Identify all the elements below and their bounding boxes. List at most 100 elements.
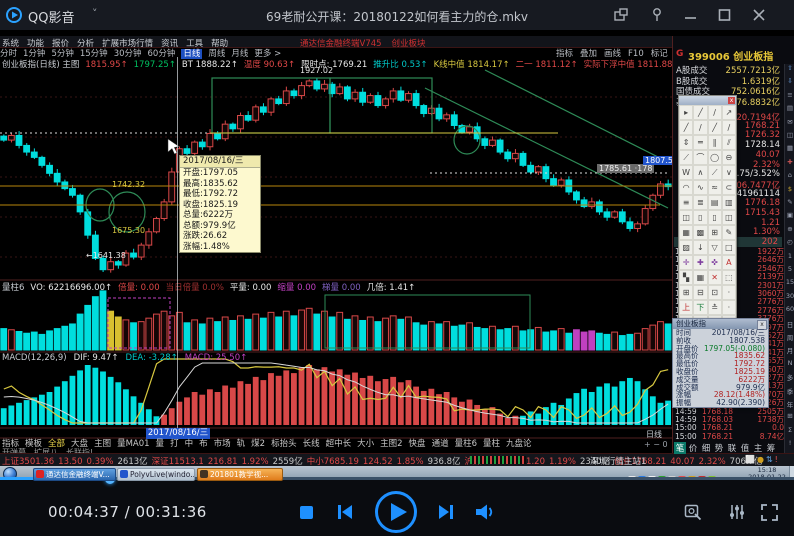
indicator-tab[interactable]: 标抬头 — [271, 439, 297, 449]
drawing-tool-icon[interactable]: ▩ — [693, 225, 707, 240]
close-icon[interactable]: x — [728, 97, 735, 104]
strip-shortcut[interactable]: ⊞ — [785, 412, 794, 420]
drawing-tool-icon[interactable]: · — [722, 285, 736, 300]
drawing-tool-icon[interactable]: ⊞ — [708, 225, 722, 240]
strip-shortcut[interactable]: ▤ — [785, 104, 794, 112]
fullscreen-icon[interactable] — [760, 503, 779, 522]
strip-shortcut[interactable]: 日 — [785, 319, 794, 329]
previous-button[interactable] — [336, 503, 354, 521]
zoom-controls[interactable]: + − 0 — [644, 440, 668, 449]
drawing-tool-icon[interactable]: A — [722, 255, 736, 270]
drawing-tool-icon[interactable]: ≡ — [679, 195, 693, 210]
drawing-tool-icon[interactable]: ◠ — [679, 180, 693, 195]
drawing-tool-icon[interactable]: ↓ — [693, 240, 707, 255]
drawing-tool-icon[interactable]: ⬚ — [722, 270, 736, 285]
strip-shortcut[interactable]: Σ — [785, 426, 794, 434]
taskbar-button[interactable]: 通达信金融终端V... — [33, 468, 116, 481]
strip-shortcut[interactable]: ▦ — [785, 144, 794, 152]
drawing-tool-icon[interactable]: ≈ — [708, 180, 722, 195]
strip-shortcut[interactable]: ✎ — [785, 198, 794, 206]
strip-shortcut[interactable]: 1 — [785, 252, 794, 260]
indicator-tab[interactable]: 煤2 — [251, 439, 265, 449]
drawing-tool-icon[interactable]: ✕ — [708, 270, 722, 285]
strip-shortcut[interactable]: ◴ — [785, 238, 794, 246]
indicator-tab[interactable]: 量MA01 — [117, 439, 149, 449]
drawing-tool-icon[interactable]: ▯ — [693, 210, 707, 225]
drawing-tool-icon[interactable]: ⟋ — [708, 165, 722, 180]
drawing-tool-icon[interactable]: ╱ — [708, 120, 722, 135]
drawing-tool-icon[interactable]: ⟋ — [679, 150, 693, 165]
pin-icon[interactable] — [648, 6, 666, 24]
drawing-tool-icon[interactable]: W — [679, 165, 693, 180]
strip-shortcut[interactable]: 60 — [785, 305, 794, 313]
kline-data-window[interactable]: 创业板指 x 时间2017/08/16/三前收1807.538开盘价1797.0… — [672, 318, 769, 408]
drawing-tool-icon[interactable]: ╱ — [693, 105, 707, 120]
strip-shortcut[interactable]: ⇧ — [785, 64, 794, 72]
mini-mode-icon[interactable] — [612, 6, 630, 24]
drawing-tool-icon[interactable]: □ — [722, 240, 736, 255]
indicator-tab[interactable]: 轨 — [237, 439, 246, 449]
strip-shortcut[interactable]: ✚ — [785, 158, 794, 166]
indicator-tab[interactable]: 市场 — [214, 439, 231, 449]
drawing-tool-icon[interactable]: ▽ — [708, 240, 722, 255]
drawing-toolbar-titlebar[interactable]: x — [679, 96, 736, 105]
strip-shortcut[interactable]: $ — [785, 185, 794, 193]
drawing-toolbar-window[interactable]: x ▸╱∕↗╱∕╱∕⇕═∥⫽⟋⌒◯⊖W∧⟋∨◠∿≈⊂≡≣▤▥◫▯▯◫▦▩⊞✎▨↓… — [678, 95, 737, 331]
play-button[interactable] — [374, 490, 418, 534]
drawing-tool-icon[interactable]: ▤ — [708, 195, 722, 210]
drawing-tool-icon[interactable]: ⊖ — [722, 150, 736, 165]
minimize-icon[interactable] — [682, 6, 700, 24]
drawing-tool-icon[interactable]: ≣ — [693, 195, 707, 210]
drawing-tool-icon[interactable]: ≛ — [708, 300, 722, 315]
drawing-tool-icon[interactable]: ↗ — [722, 105, 736, 120]
indicator-tab[interactable]: 布 — [199, 439, 208, 449]
quote-panel-tab[interactable]: 主 — [752, 442, 764, 454]
strip-shortcut[interactable]: 周 — [785, 332, 794, 342]
drawing-tool-icon[interactable]: ⊂ — [722, 180, 736, 195]
indicator-tab[interactable]: 通道 — [432, 439, 449, 449]
drawing-tool-icon[interactable]: · — [722, 300, 736, 315]
drawing-tool-icon[interactable]: ∧ — [693, 165, 707, 180]
quote-panel-tab[interactable]: 笔 — [674, 442, 686, 454]
strip-shortcut[interactable]: ▣ — [785, 211, 794, 219]
drawing-tool-icon[interactable]: ▸ — [679, 105, 693, 120]
strip-shortcut[interactable]: N — [785, 359, 794, 367]
taskbar-button[interactable]: PolyvLive(windo... — [117, 468, 195, 481]
next-button[interactable] — [437, 503, 455, 521]
indicator-tab[interactable]: 快盘 — [409, 439, 426, 449]
indicator-tab[interactable]: 量柱6 — [455, 439, 477, 449]
drawing-tool-icon[interactable]: ⇕ — [679, 135, 693, 150]
strip-shortcut[interactable]: 30 — [785, 292, 794, 300]
drawing-tool-icon[interactable]: ◫ — [722, 210, 736, 225]
drawing-tool-icon[interactable]: ✚ — [693, 255, 707, 270]
indicator-tab[interactable]: 大小 — [357, 439, 374, 449]
drawing-tool-icon[interactable]: ⊟ — [693, 285, 707, 300]
strip-shortcut[interactable]: 15 — [785, 278, 794, 286]
drawing-tool-icon[interactable]: ▦ — [679, 225, 693, 240]
drawing-tool-icon[interactable]: ⊡ — [708, 285, 722, 300]
drawing-tool-icon[interactable]: ◫ — [679, 210, 693, 225]
quote-panel-tab[interactable]: 细 — [700, 442, 712, 454]
indicator-tab[interactable]: 打 — [170, 439, 179, 449]
indicator-tab[interactable]: 超中长 — [326, 439, 352, 449]
strip-shortcut[interactable]: ⌂ — [785, 171, 794, 179]
strip-shortcut[interactable]: 多 — [785, 372, 794, 382]
status-icons[interactable]: ⬜●⇅! — [745, 455, 780, 464]
strip-shortcut[interactable]: 季 — [785, 386, 794, 396]
quote-panel-tab[interactable]: 联 — [726, 442, 738, 454]
stop-button[interactable] — [299, 505, 314, 520]
indicator-tab[interactable]: 量 — [156, 439, 165, 449]
quote-panel-tab[interactable]: 筹 — [765, 442, 777, 454]
drawing-tool-icon[interactable]: ∥ — [708, 135, 722, 150]
strip-shortcut[interactable]: ◫ — [785, 131, 794, 139]
drawing-tool-icon[interactable]: ⫽ — [722, 135, 736, 150]
drawing-tool-icon[interactable]: ✜ — [708, 255, 722, 270]
strip-shortcut[interactable]: 月 — [785, 345, 794, 355]
drawing-tool-icon[interactable]: ▥ — [722, 195, 736, 210]
quote-panel-tab[interactable]: 势 — [713, 442, 725, 454]
drawing-tool-icon[interactable]: ∿ — [693, 180, 707, 195]
mini-index-charts[interactable] — [470, 456, 526, 464]
snapshot-tool-icon[interactable] — [684, 504, 702, 521]
drawing-tool-icon[interactable]: ∕ — [722, 120, 736, 135]
drawing-tool-icon[interactable]: ∕ — [708, 105, 722, 120]
